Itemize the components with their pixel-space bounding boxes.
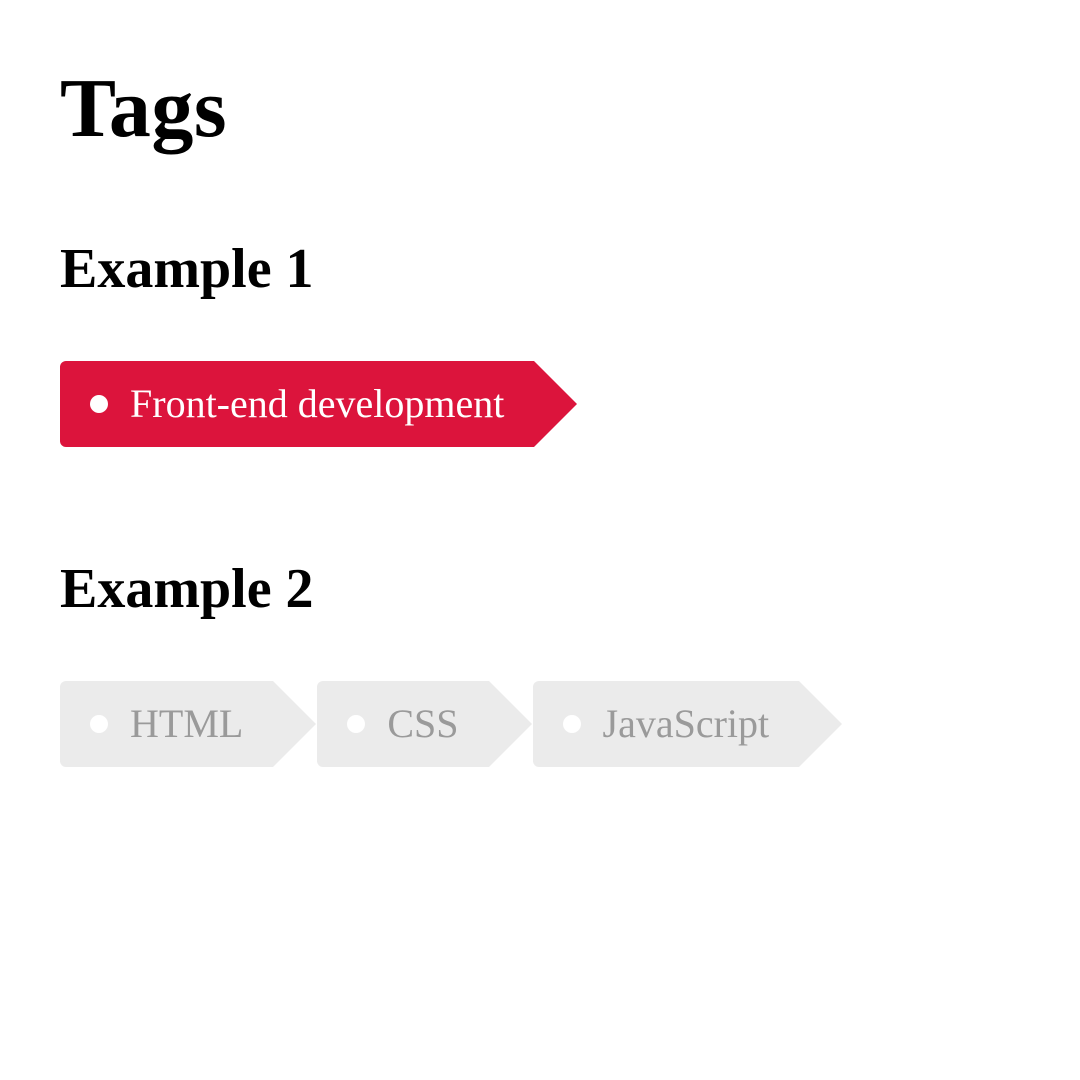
tag-label: HTML (130, 704, 243, 744)
tag-label: Front-end development (130, 384, 504, 424)
example-2-tags: HTML CSS JavaScript (60, 681, 1020, 767)
tag-html[interactable]: HTML (60, 681, 273, 767)
tag-front-end-development[interactable]: Front-end development (60, 361, 534, 447)
example-1-section: Example 1 Front-end development (60, 237, 1020, 447)
example-1-heading: Example 1 (60, 237, 1020, 301)
example-2-section: Example 2 HTML CSS JavaScript (60, 557, 1020, 767)
tag-hole-icon (90, 715, 108, 733)
example-1-tags: Front-end development (60, 361, 1020, 447)
example-2-heading: Example 2 (60, 557, 1020, 621)
tag-hole-icon (563, 715, 581, 733)
tag-hole-icon (347, 715, 365, 733)
tag-label: JavaScript (603, 704, 770, 744)
page-content: Tags Example 1 Front-end development Exa… (0, 0, 1080, 767)
page-title: Tags (60, 60, 1020, 157)
tag-hole-icon (90, 395, 108, 413)
tag-css[interactable]: CSS (317, 681, 488, 767)
tag-javascript[interactable]: JavaScript (533, 681, 800, 767)
tag-label: CSS (387, 704, 458, 744)
